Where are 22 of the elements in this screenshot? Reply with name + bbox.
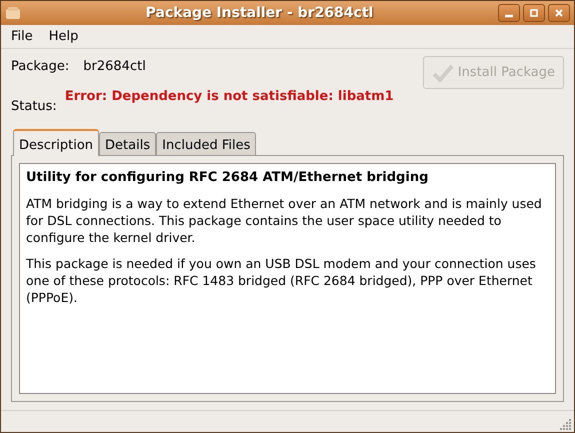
minimize-icon bbox=[505, 14, 513, 18]
window-title: Package Installer - br2684ctl bbox=[146, 4, 374, 22]
close-icon bbox=[553, 7, 565, 19]
description-paragraph: ATM bridging is a way to extend Ethernet over an ATM network and is mainly used for DSL connections. This package contains the user space utility needed to configure the kernel driver. bbox=[26, 195, 543, 246]
menu-item[interactable]: File bbox=[5, 26, 39, 46]
description-paragraph: This package is needed if you own an USB DSL modem and your connection uses one of these protocols: RFC 1483 bridged (RFC 2684 bridged), PPP over Ethernet (PPPoE). bbox=[26, 255, 537, 306]
maximize-icon bbox=[528, 7, 540, 19]
maximize-button[interactable] bbox=[523, 4, 545, 22]
package-label: Package: bbox=[11, 58, 70, 76]
status-error: Error: Dependency is not satisfiable: libatm1 bbox=[64, 88, 394, 106]
tab[interactable]: Description bbox=[13, 129, 100, 156]
app-icon bbox=[5, 6, 21, 20]
status-label: Status: bbox=[11, 98, 57, 116]
close-button[interactable] bbox=[548, 4, 570, 22]
tab[interactable]: Included Files bbox=[156, 132, 256, 155]
resize-grip-icon bbox=[560, 418, 572, 430]
package-name: br2684ctl bbox=[83, 58, 146, 76]
tab[interactable]: Details bbox=[99, 132, 156, 155]
menu-item[interactable]: Help bbox=[42, 26, 84, 46]
checkmark-icon bbox=[432, 64, 454, 82]
description-heading: Utility for configuring RFC 2684 ATM/Ethernet bridging bbox=[26, 169, 430, 186]
minimize-button[interactable] bbox=[498, 4, 520, 22]
